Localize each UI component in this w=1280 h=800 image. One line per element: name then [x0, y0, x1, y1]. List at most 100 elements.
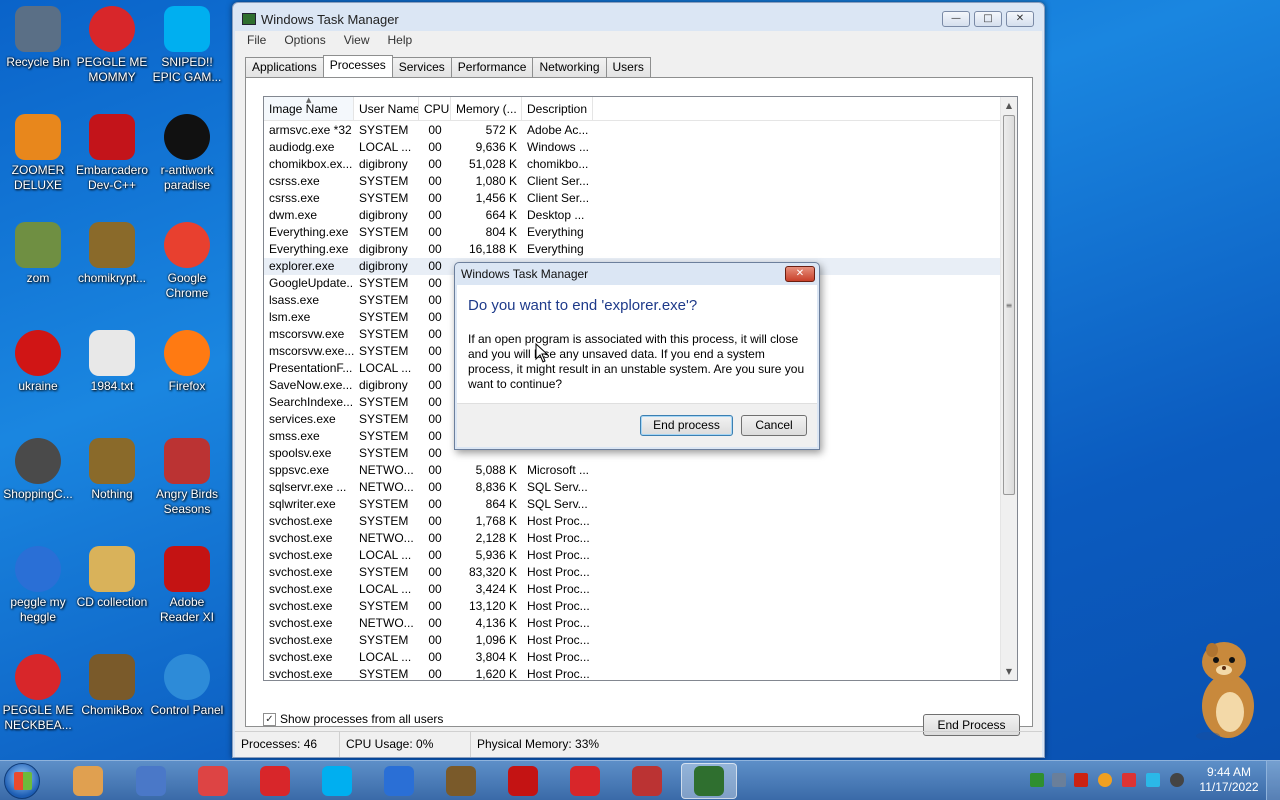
desktop-icon[interactable]: zom — [0, 218, 76, 286]
desktop-icon[interactable]: Google Chrome — [149, 218, 225, 301]
desktop-icon[interactable]: SNIPED!! EPIC GAM... — [149, 2, 225, 85]
desktop-icon[interactable]: 1984.txt — [74, 326, 150, 394]
process-row[interactable]: svchost.exe LOCAL ... 00 3,804 K Host Proc..… — [264, 649, 1017, 666]
vertical-scrollbar[interactable]: ▲ ≡ ▼ — [1000, 97, 1017, 680]
tab-applications[interactable]: Applications — [245, 57, 324, 77]
tab-users[interactable]: Users — [605, 57, 651, 77]
taskbar-button[interactable] — [557, 763, 613, 799]
close-button[interactable]: ✕ — [1006, 11, 1034, 27]
process-row[interactable]: armsvc.exe *32 SYSTEM 00 572 K Adobe Ac... — [264, 122, 1017, 139]
desktop-icon[interactable]: ZOOMER DELUXE — [0, 110, 76, 193]
process-name-cell: csrss.exe — [269, 191, 320, 205]
process-cpu-cell: 00 — [428, 174, 442, 188]
process-row[interactable]: svchost.exe LOCAL ... 00 3,424 K Host Proc..… — [264, 581, 1017, 598]
process-row[interactable]: Everything.exe SYSTEM 00 804 K Everything — [264, 224, 1017, 241]
confirm-end-process-button[interactable]: End process — [640, 415, 733, 436]
desktop-icon[interactable]: PEGGLE ME MOMMY — [74, 2, 150, 85]
desktop-icon[interactable]: Nothing — [74, 434, 150, 502]
process-desc-cell: Host Proc... — [527, 650, 590, 664]
maximize-button[interactable]: □ — [974, 11, 1002, 27]
desktop-icon[interactable]: ukraine — [0, 326, 76, 394]
taskbar-button[interactable] — [433, 763, 489, 799]
process-cpu-cell: 00 — [428, 191, 442, 205]
process-row[interactable]: svchost.exe NETWO... 00 2,128 K Host Proc... — [264, 530, 1017, 547]
tray-antivirus-icon[interactable] — [1074, 773, 1088, 787]
process-row[interactable]: svchost.exe LOCAL ... 00 5,936 K Host Proc..… — [264, 547, 1017, 564]
desktop-icon[interactable]: Adobe Reader XI — [149, 542, 225, 625]
process-row[interactable]: audiodg.exe LOCAL ... 00 9,636 K Windows ... — [264, 139, 1017, 156]
process-row[interactable]: csrss.exe SYSTEM 00 1,080 K Client Ser... — [264, 173, 1017, 190]
process-row[interactable]: csrss.exe SYSTEM 00 1,456 K Client Ser... — [264, 190, 1017, 207]
process-row[interactable]: svchost.exe SYSTEM 00 1,768 K Host Proc... — [264, 513, 1017, 530]
taskbar-button[interactable] — [681, 763, 737, 799]
process-cpu-cell: 00 — [428, 225, 442, 239]
desktop-icon[interactable]: Angry Birds Seasons — [149, 434, 225, 517]
desktop-icon[interactable]: CD collection — [74, 542, 150, 610]
minimize-button[interactable]: — — [942, 11, 970, 27]
taskbar-button[interactable] — [309, 763, 365, 799]
process-row[interactable]: svchost.exe SYSTEM 00 13,120 K Host Proc... — [264, 598, 1017, 615]
clock-time: 9:44 AM — [1206, 765, 1252, 779]
scroll-up-icon[interactable]: ▲ — [1001, 97, 1017, 114]
cancel-button[interactable]: Cancel — [741, 415, 807, 436]
column-cpu[interactable]: CPU — [419, 97, 451, 120]
column-description[interactable]: Description — [522, 97, 593, 120]
column-user-name[interactable]: User Name — [354, 97, 419, 120]
show-all-users-checkbox[interactable]: ✓ — [263, 712, 276, 726]
taskbar-button[interactable] — [123, 763, 179, 799]
process-row[interactable]: svchost.exe SYSTEM 00 1,620 K Host Proc... — [264, 666, 1017, 680]
clock[interactable]: 9:44 AM 11/17/2022 — [1197, 765, 1261, 795]
start-button[interactable] — [4, 763, 40, 799]
tab-services[interactable]: Services — [391, 57, 452, 77]
process-row[interactable]: svchost.exe SYSTEM 00 83,320 K Host Proc... — [264, 564, 1017, 581]
tray-flag-icon[interactable] — [1122, 773, 1136, 787]
menu-help[interactable]: Help — [380, 31, 421, 51]
scroll-down-icon[interactable]: ▼ — [1001, 663, 1017, 680]
menu-file[interactable]: File — [239, 31, 274, 51]
show-desktop-button[interactable] — [1266, 761, 1280, 800]
taskbar-button[interactable] — [619, 763, 675, 799]
process-row[interactable]: svchost.exe SYSTEM 00 1,096 K Host Proc... — [264, 632, 1017, 649]
process-row[interactable]: dwm.exe digibrony 00 664 K Desktop ... — [264, 207, 1017, 224]
process-row[interactable]: sppsvc.exe NETWO... 00 5,088 K Microsoft ... — [264, 462, 1017, 479]
show-all-users-option[interactable]: ✓ Show processes from all users — [263, 712, 443, 726]
taskbar-button[interactable] — [247, 763, 303, 799]
taskbar-button[interactable] — [60, 763, 116, 799]
tab-performance[interactable]: Performance — [450, 57, 534, 77]
desktop-icon[interactable]: Control Panel — [149, 650, 225, 718]
tray-search-icon[interactable] — [1098, 773, 1112, 787]
process-row[interactable]: chomikbox.ex... digibrony 00 51,028 K chomik… — [264, 156, 1017, 173]
menu-view[interactable]: View — [336, 31, 378, 51]
desktop-icon[interactable]: peggle my heggle — [0, 542, 76, 625]
process-row[interactable]: svchost.exe NETWO... 00 4,136 K Host Proc... — [264, 615, 1017, 632]
tray-task-manager-icon[interactable] — [1030, 773, 1044, 787]
tray-network-icon[interactable] — [1052, 773, 1066, 787]
process-user-cell: LOCAL ... — [359, 361, 412, 375]
desktop-icon[interactable]: ChomikBox — [74, 650, 150, 718]
process-row[interactable]: sqlwriter.exe SYSTEM 00 864 K SQL Serv... — [264, 496, 1017, 513]
desktop-icon[interactable]: PEGGLE ME NECKBEA... — [0, 650, 76, 733]
taskbar-button[interactable] — [371, 763, 427, 799]
tray-display-icon[interactable] — [1146, 773, 1160, 787]
scroll-thumb[interactable]: ≡ — [1003, 115, 1015, 495]
desktop-icon[interactable]: Embarcadero Dev-C++ — [74, 110, 150, 193]
desktop-icon[interactable]: r-antiwork paradise — [149, 110, 225, 193]
title-bar[interactable]: Windows Task Manager — □ ✕ — [233, 3, 1044, 33]
process-row[interactable]: sqlservr.exe ... NETWO... 00 8,836 K SQL Ser… — [264, 479, 1017, 496]
desktop-icon[interactable]: Firefox — [149, 326, 225, 394]
desktop-icon[interactable]: chomikrypt... — [74, 218, 150, 286]
process-row[interactable]: Everything.exe digibrony 00 16,188 K Everyth… — [264, 241, 1017, 258]
desktop-icon[interactable]: ShoppingC... — [0, 434, 76, 502]
dialog-close-button[interactable]: ✕ — [785, 266, 815, 282]
tab-networking[interactable]: Networking — [532, 57, 607, 77]
end-process-dialog: Windows Task Manager ✕ Do you want to en… — [454, 262, 820, 450]
tab-processes[interactable]: Processes — [322, 55, 393, 77]
taskbar-button[interactable] — [185, 763, 241, 799]
taskbar-button[interactable] — [495, 763, 551, 799]
desktop-icon[interactable]: Recycle Bin — [0, 2, 76, 70]
tray-volume-icon[interactable] — [1170, 773, 1184, 787]
process-mem-cell: 1,096 K — [475, 633, 517, 647]
flash-icon — [15, 438, 61, 484]
column-memory[interactable]: Memory (... — [451, 97, 522, 120]
menu-options[interactable]: Options — [276, 31, 333, 51]
